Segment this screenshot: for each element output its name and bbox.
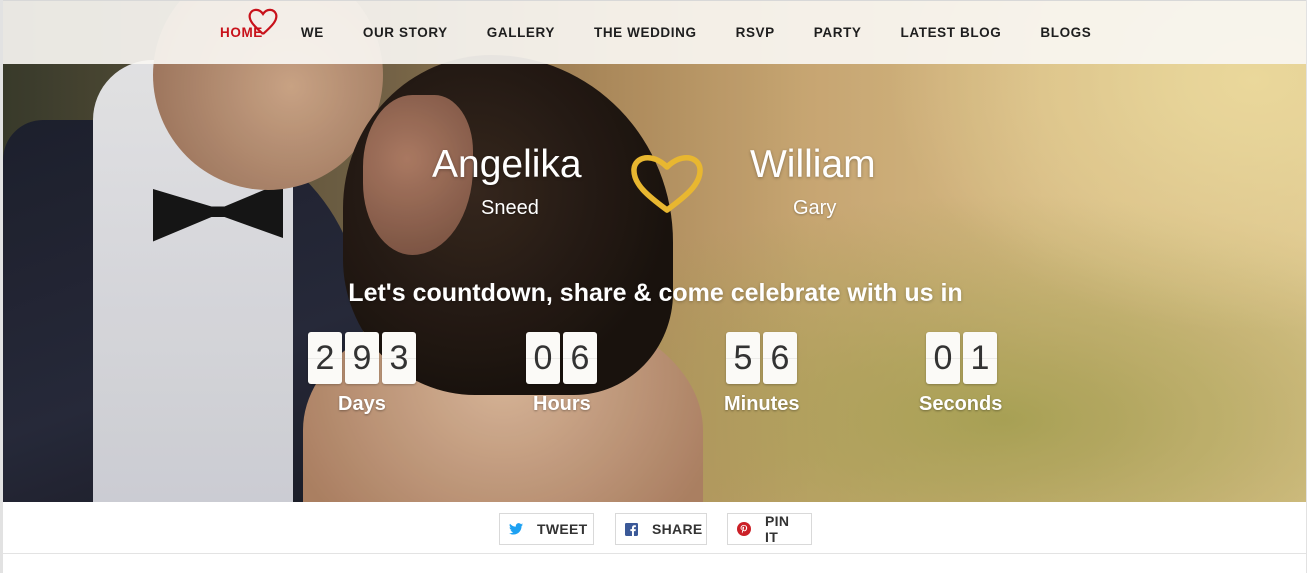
countdown-digit: 0 xyxy=(526,332,560,384)
countdown-minutes-label: Minutes xyxy=(724,393,800,415)
countdown-digit: 5 xyxy=(726,332,760,384)
countdown-digit: 9 xyxy=(345,332,379,384)
tweet-button-label: TWEET xyxy=(537,521,588,537)
countdown-hours-label: Hours xyxy=(533,393,591,415)
countdown-days: 2 9 3 xyxy=(308,332,416,384)
facebook-icon xyxy=(625,521,638,537)
countdown-tagline: Let's countdown, share & come celebrate … xyxy=(0,279,1307,308)
countdown-digit: 3 xyxy=(382,332,416,384)
groom-first-name: William xyxy=(750,143,876,186)
twitter-icon xyxy=(509,521,523,537)
countdown-digit: 6 xyxy=(563,332,597,384)
countdown-tagline-text: Let's countdown, share & come celebrate … xyxy=(348,279,963,307)
nav-item-party[interactable]: PARTY xyxy=(814,25,862,40)
nav-item-latest-blog[interactable]: LATEST BLOG xyxy=(901,25,1002,40)
main-navigation: HOME WE OUR STORY GALLERY THE WEDDING RS… xyxy=(3,0,1306,64)
countdown-digit: 6 xyxy=(763,332,797,384)
heart-icon xyxy=(631,155,703,213)
nav-item-home[interactable]: HOME xyxy=(220,8,278,40)
nav-item-we[interactable]: WE xyxy=(301,25,324,40)
nav-item-the-wedding[interactable]: THE WEDDING xyxy=(594,25,697,40)
heart-icon xyxy=(248,8,278,35)
bride-last-name: Sneed xyxy=(481,197,539,219)
nav-item-rsvp[interactable]: RSVP xyxy=(736,25,775,40)
facebook-share-label: SHARE xyxy=(652,521,703,537)
tweet-button[interactable]: TWEET xyxy=(499,513,594,545)
countdown-minutes: 5 6 xyxy=(726,332,797,384)
pin-it-label: PIN IT xyxy=(765,513,790,545)
share-bar: TWEET SHARE PIN IT xyxy=(3,502,1306,554)
countdown-digit: 1 xyxy=(963,332,997,384)
countdown-seconds-label: Seconds xyxy=(919,393,1003,415)
facebook-share-button[interactable]: SHARE xyxy=(615,513,707,545)
nav-item-our-story[interactable]: OUR STORY xyxy=(363,25,448,40)
nav-item-gallery[interactable]: GALLERY xyxy=(487,25,555,40)
groom-last-name: Gary xyxy=(793,197,837,219)
countdown-digit: 0 xyxy=(926,332,960,384)
hero-banner xyxy=(3,0,1306,502)
bride-first-name: Angelika xyxy=(432,143,582,186)
nav-item-blogs[interactable]: BLOGS xyxy=(1040,25,1091,40)
pinterest-icon xyxy=(737,521,751,537)
countdown-hours: 0 6 xyxy=(526,332,597,384)
countdown-days-label: Days xyxy=(338,393,386,415)
pin-it-button[interactable]: PIN IT xyxy=(727,513,812,545)
countdown-digit: 2 xyxy=(308,332,342,384)
hero-overlay xyxy=(3,0,1306,502)
countdown-seconds: 0 1 xyxy=(926,332,997,384)
